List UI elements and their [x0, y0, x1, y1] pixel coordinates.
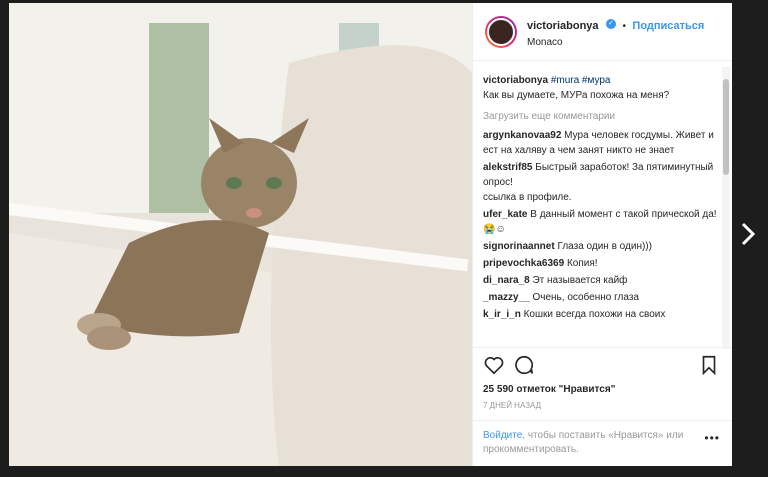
- caption-username[interactable]: victoriabonya: [483, 75, 548, 86]
- comment-item: argynkanovaa92 Мура человек госдумы. Жив…: [483, 128, 720, 158]
- comment-username[interactable]: _mazzy__: [483, 292, 530, 303]
- scrollbar-thumb[interactable]: [723, 79, 729, 175]
- separator-dot: •: [622, 20, 626, 32]
- location-link[interactable]: Monaco: [527, 37, 704, 48]
- post-photo[interactable]: [9, 3, 472, 466]
- comment-username[interactable]: alekstrif85: [483, 162, 532, 173]
- caption: victoriabonya #mura #мура Как вы думаете…: [483, 73, 720, 103]
- comment-item: pripevochka6369 Копия!: [483, 256, 720, 271]
- more-options-icon[interactable]: •••: [704, 431, 720, 445]
- comment-item: signorinaannet Глаза один в один))): [483, 239, 720, 254]
- post-sidebar: victoriabonya ✓ • Подписаться Monaco vic…: [472, 3, 732, 466]
- comment-item: ufer_kate В данный момент с такой причес…: [483, 207, 720, 237]
- avatar[interactable]: [485, 15, 517, 48]
- comment-text: Копия!: [566, 258, 598, 269]
- comment-icon[interactable]: [513, 354, 537, 378]
- login-prompt: Войдите, чтобы поставить «Нравится» или …: [473, 420, 732, 466]
- comment-username[interactable]: pripevochka6369: [483, 258, 564, 269]
- comment-text: Очень, особенно глаза: [532, 292, 639, 303]
- load-more-comments-button[interactable]: Загрузить еще комментарии: [483, 111, 720, 122]
- post-timestamp[interactable]: 7 ДНЕЙ НАЗАД: [483, 401, 722, 410]
- comments-list: victoriabonya #mura #мура Как вы думаете…: [473, 65, 720, 345]
- comment-item: _mazzy__ Очень, особенно глаза: [483, 290, 720, 305]
- heart-icon[interactable]: [483, 354, 507, 378]
- chevron-right-icon[interactable]: [736, 218, 760, 250]
- verified-icon: ✓: [605, 19, 616, 30]
- cat-photo-image: [9, 3, 472, 466]
- caption-tags[interactable]: #mura #мура: [551, 75, 611, 86]
- login-link[interactable]: Войдите: [483, 430, 522, 441]
- comment-text: Кошки всегда похожи на своих: [523, 309, 666, 320]
- comment-text: Глаза один в один))): [557, 241, 652, 252]
- comment-username[interactable]: k_ir_i_n: [483, 309, 521, 320]
- likes-count[interactable]: 25 590 отметок "Нравится": [483, 384, 722, 395]
- caption-text: Как вы думаете, МУРа похожа на меня?: [483, 90, 670, 101]
- comment-username[interactable]: di_nara_8: [483, 275, 530, 286]
- comment-item: k_ir_i_n Кошки всегда похожи на своих: [483, 307, 720, 322]
- comment-username[interactable]: ufer_kate: [483, 209, 527, 220]
- post-actions: 25 590 отметок "Нравится" 7 ДНЕЙ НАЗАД: [473, 347, 732, 410]
- post-header: victoriabonya ✓ • Подписаться Monaco: [473, 3, 732, 61]
- comment-username[interactable]: argynkanovaa92: [483, 130, 561, 141]
- comment-text: Эт называется кайф: [532, 275, 628, 286]
- follow-button[interactable]: Подписаться: [632, 20, 704, 32]
- comment-item: di_nara_8 Эт называется кайф: [483, 273, 720, 288]
- post-modal: victoriabonya ✓ • Подписаться Monaco vic…: [9, 3, 732, 466]
- comment-item: alekstrif85 Быстрый заработок! За пятими…: [483, 160, 720, 205]
- comments-scrollbar[interactable]: [722, 67, 730, 349]
- bookmark-icon[interactable]: [698, 354, 722, 378]
- comment-username[interactable]: signorinaannet: [483, 241, 555, 252]
- username-link[interactable]: victoriabonya: [527, 20, 599, 32]
